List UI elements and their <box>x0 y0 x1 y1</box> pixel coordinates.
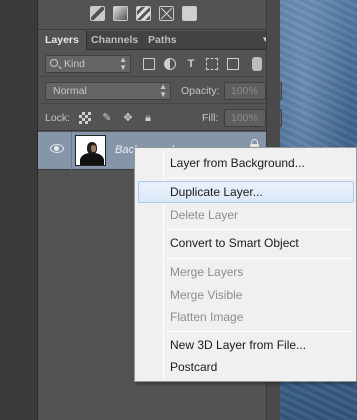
adjustment-filter-icon[interactable] <box>164 58 176 70</box>
exposure-icon[interactable] <box>159 6 174 21</box>
spinner-icon: ▲ ▼ <box>159 82 167 99</box>
kind-filter-select[interactable]: Kind ▲ ▼ <box>45 55 131 73</box>
lock-label: Lock: <box>45 112 71 124</box>
menu-item-layer-from-background[interactable]: Layer from Background... <box>138 152 354 174</box>
filter-toggle-switch[interactable] <box>252 57 262 71</box>
lock-transparency-icon[interactable] <box>79 112 91 124</box>
menu-separator <box>166 258 352 259</box>
menu-item-new-3d-layer-from-file[interactable]: New 3D Layer from File... <box>138 334 354 356</box>
fill-input[interactable]: 100% <box>224 109 266 127</box>
solid-color-icon[interactable] <box>182 6 197 21</box>
tab-channels[interactable]: Channels <box>84 31 145 50</box>
menu-separator <box>166 229 352 230</box>
menu-item-delete-layer[interactable]: Delete Layer <box>138 204 354 226</box>
fill-label: Fill: <box>202 112 219 124</box>
menu-item-merge-visible[interactable]: Merge Visible <box>138 284 354 306</box>
curves-icon[interactable] <box>113 6 128 21</box>
menu-item-postcard[interactable]: Postcard <box>138 356 354 378</box>
smart-object-filter-icon[interactable] <box>227 58 239 70</box>
layer-thumbnail <box>75 135 106 166</box>
lock-row: Lock: ✎ ✥ 🔒︎ Fill: 100% ▼ <box>38 105 282 131</box>
context-menu: Layer from Background... Duplicate Layer… <box>134 147 357 382</box>
menu-item-flatten-image[interactable]: Flatten Image <box>138 306 354 328</box>
kind-label: Kind <box>64 58 86 70</box>
lock-all-icon[interactable]: 🔒︎ <box>142 112 154 124</box>
eye-icon[interactable] <box>50 144 64 153</box>
menu-item-convert-to-smart-object[interactable]: Convert to Smart Object <box>138 232 354 254</box>
panel-tabs: Layers Channels Paths ▾≡ <box>38 31 280 50</box>
menu-separator <box>166 177 352 178</box>
lock-brush-icon[interactable]: ✎ <box>101 112 113 124</box>
left-dock-strip <box>0 0 38 420</box>
pixel-filter-icon[interactable] <box>143 58 155 70</box>
brightness-icon[interactable] <box>90 6 105 21</box>
opacity-input[interactable]: 100% <box>224 82 266 100</box>
levels-icon[interactable] <box>136 6 151 21</box>
shape-filter-icon[interactable] <box>206 58 218 70</box>
filter-row: Kind ▲ ▼ T <box>38 51 280 77</box>
opacity-label: Opacity: <box>181 85 220 97</box>
visibility-divider <box>71 132 72 170</box>
spinner-icon: ▲ ▼ <box>119 55 127 72</box>
blend-mode-select[interactable]: Normal ▲ ▼ <box>45 82 171 100</box>
menu-separator <box>166 331 352 332</box>
menu-item-duplicate-layer[interactable]: Duplicate Layer... <box>138 181 354 203</box>
tab-layers[interactable]: Layers <box>38 31 87 50</box>
blend-mode-value: Normal <box>53 85 87 97</box>
blend-row: Normal ▲▼ Opacity: 100% ▼ <box>38 78 282 104</box>
menu-item-merge-layers[interactable]: Merge Layers <box>138 261 354 283</box>
tab-paths[interactable]: Paths <box>141 31 184 50</box>
adjustments-strip <box>38 0 280 30</box>
search-icon <box>50 59 58 67</box>
type-filter-icon[interactable]: T <box>185 58 197 70</box>
lock-position-icon[interactable]: ✥ <box>122 112 134 124</box>
